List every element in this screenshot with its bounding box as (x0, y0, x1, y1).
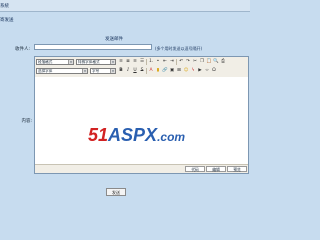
bullet-list-icon[interactable]: • (155, 59, 161, 65)
flash-icon[interactable]: ϟ (190, 68, 196, 74)
editor-toolbar: 段落格式 ▾ 特殊字体格式 ▾ 选择字体 ▾ 字号 ▾ ≡ ≣ ≡ ☰ ⒈ • … (35, 57, 248, 78)
tab-preview[interactable]: 预览 (227, 166, 247, 172)
align-right-icon[interactable]: ≡ (132, 59, 138, 65)
paragraph-format-value: 段落格式 (38, 60, 53, 64)
font-family-value: 选择字体 (38, 69, 53, 73)
print-icon[interactable]: ⎙ (220, 59, 226, 65)
recipient-hint: (多个用时发送以逗号隔开) (155, 46, 203, 51)
toolbar-separator (146, 59, 147, 65)
italic-icon[interactable]: I (125, 68, 131, 74)
window-title: 系統 (0, 4, 9, 9)
special-font-value: 特殊字体格式 (78, 60, 100, 64)
underline-icon[interactable]: U (132, 68, 138, 74)
highlight-icon[interactable]: ▮ (155, 68, 161, 74)
chevron-down-icon: ▾ (110, 69, 115, 73)
undo-icon[interactable]: ↶ (178, 59, 184, 65)
editor-mode-tabs: 代码 编辑 预览 (35, 164, 248, 173)
section-title: 寄发送 (0, 18, 14, 23)
chevron-down-icon: ▾ (68, 60, 73, 64)
media-icon[interactable]: ▶ (197, 68, 203, 74)
outdent-icon[interactable]: ⇤ (162, 59, 168, 65)
font-size-value: 字号 (92, 69, 100, 73)
send-button[interactable]: 发送 (106, 188, 126, 196)
font-size-select[interactable]: 字号 ▾ (90, 68, 116, 74)
logo-number: 51 (88, 125, 109, 145)
chevron-down-icon: ▾ (110, 60, 115, 64)
cut-icon[interactable]: ✂ (192, 59, 198, 65)
tab-edit[interactable]: 编辑 (206, 166, 226, 172)
link-icon[interactable]: 🔗 (162, 68, 168, 74)
chevron-down-icon: ▾ (82, 69, 87, 73)
page-heading: 发送邮件 (105, 37, 123, 42)
paste-icon[interactable]: 📋 (206, 59, 212, 65)
strikethrough-icon[interactable]: S (139, 68, 145, 74)
paragraph-format-select[interactable]: 段落格式 ▾ (36, 59, 74, 65)
justify-icon[interactable]: ☰ (139, 59, 145, 65)
watermark-logo: 51ASPX.com (88, 125, 185, 146)
redo-icon[interactable]: ↷ (185, 59, 191, 65)
font-family-select[interactable]: 选择字体 ▾ (36, 68, 88, 74)
top-bar: 系統 (0, 0, 250, 12)
indent-icon[interactable]: ⇥ (169, 59, 175, 65)
copy-icon[interactable]: ❐ (199, 59, 205, 65)
logo-domain: .com (157, 130, 186, 144)
align-left-icon[interactable]: ≡ (118, 59, 124, 65)
tab-code[interactable]: 代码 (185, 166, 205, 172)
recipient-input[interactable] (34, 44, 152, 50)
rich-text-editor[interactable]: 段落格式 ▾ 特殊字体格式 ▾ 选择字体 ▾ 字号 ▾ ≡ ≣ ≡ ☰ ⒈ • … (34, 56, 249, 174)
logo-word: ASPX (108, 125, 158, 145)
toolbar-separator (176, 59, 177, 65)
align-center-icon[interactable]: ≣ (125, 59, 131, 65)
toolbar-separator (146, 68, 147, 74)
code-icon[interactable]: ‹› (204, 68, 210, 74)
bold-icon[interactable]: B (118, 68, 124, 74)
find-icon[interactable]: 🔍 (213, 59, 219, 65)
numbered-list-icon[interactable]: ⒈ (148, 59, 154, 65)
image-icon[interactable]: ▣ (169, 68, 175, 74)
table-icon[interactable]: ⊞ (176, 68, 182, 74)
content-label: 内容: (21, 119, 32, 124)
recipient-label: 收件人: (14, 47, 30, 52)
symbol-icon[interactable]: Ω (211, 68, 217, 74)
font-color-icon[interactable]: A (148, 68, 154, 74)
editor-content-area[interactable]: 51ASPX.com (35, 77, 248, 165)
special-font-select[interactable]: 特殊字体格式 ▾ (76, 59, 116, 65)
emoticon-icon[interactable]: ☺ (183, 68, 189, 74)
